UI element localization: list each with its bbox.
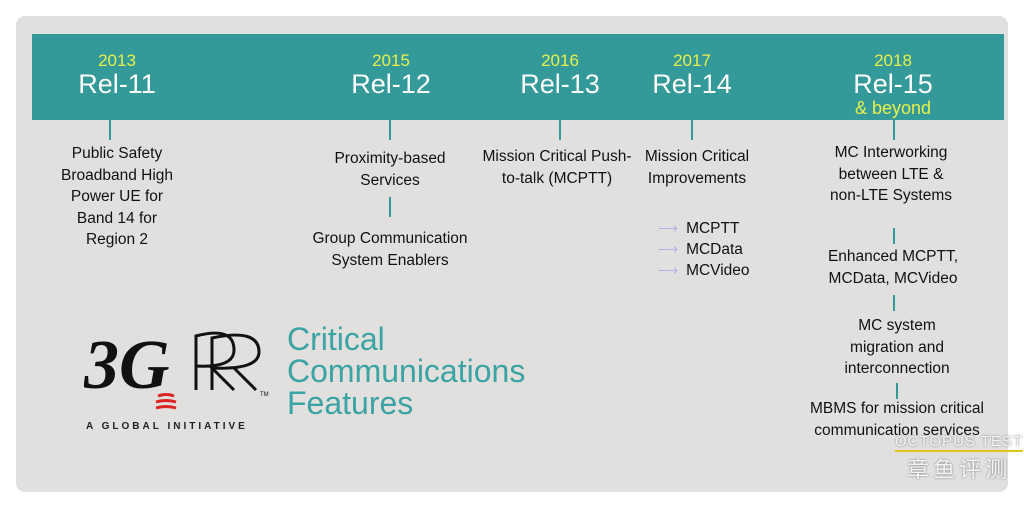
sub-feature-label: MCPTT	[686, 220, 740, 237]
connector	[559, 120, 561, 140]
connector	[691, 120, 693, 140]
connector	[389, 197, 391, 217]
connector	[109, 120, 111, 140]
arrow-right-icon: ⟶	[658, 241, 679, 257]
year: 2018	[874, 51, 912, 70]
sub-feature-list: ⟶ MCPTT ⟶ MCData ⟶ MCVideo	[658, 218, 750, 281]
release-rel-12: 2015 Rel-12	[311, 51, 471, 99]
connector	[893, 120, 895, 140]
arrow-right-icon: ⟶	[658, 220, 679, 236]
sub-feature-label: MCVideo	[686, 262, 750, 279]
watermark: OCTOPUS TEST 章鱼评测	[895, 433, 1024, 484]
feature-text: Mission Critical Improvements	[644, 148, 750, 187]
3gpp-logo: 3G TM	[83, 318, 274, 423]
svg-text:TM: TM	[260, 392, 269, 398]
logo-tagline: A GLOBAL INITIATIVE	[86, 421, 248, 432]
sub-feature: ⟶ MCVideo	[658, 260, 750, 281]
sub-feature: ⟶ MCData	[658, 239, 750, 260]
slide-title: Critical Communications Features	[287, 323, 525, 419]
connector	[389, 120, 391, 140]
feature-text: MC system migration and interconnection	[844, 317, 950, 377]
connector	[896, 383, 898, 399]
sub-feature-label: MCData	[686, 241, 743, 258]
feature-text: Enhanced MCPTT, MCData, MCVideo	[827, 248, 959, 287]
svg-text:3G: 3G	[84, 327, 170, 404]
feature-text: Group Communication System Enablers	[312, 230, 468, 269]
feature-text: MC Interworking between LTE & non-LTE Sy…	[829, 144, 953, 204]
year: 2015	[372, 51, 410, 70]
title-line: Communications	[287, 353, 526, 389]
title-line: Features	[287, 385, 414, 421]
release-name: Rel-12	[351, 69, 431, 99]
watermark-text: 章鱼评测	[907, 457, 1012, 482]
release-rel-14: 2017 Rel-14	[612, 51, 772, 99]
feature-text: Public Safety Broadband High Power UE fo…	[60, 145, 174, 248]
release-name: Rel-14	[652, 69, 732, 99]
release-rel-15: 2018 Rel-15 & beyond	[813, 51, 973, 119]
release-suffix: & beyond	[854, 98, 932, 118]
connector	[893, 295, 895, 311]
release-name: Rel-15	[853, 69, 933, 99]
year: 2017	[673, 51, 711, 70]
feature-text: Proximity-based Services	[334, 150, 446, 189]
release-rel-11: 2013 Rel-11	[37, 51, 197, 99]
release-name: Rel-11	[78, 69, 156, 99]
arrow-right-icon: ⟶	[658, 262, 679, 278]
year: 2013	[98, 51, 136, 70]
feature-text: Mission Critical Push-to-talk (MCPTT)	[482, 148, 632, 187]
connector	[893, 228, 895, 244]
title-line: Critical	[287, 321, 385, 357]
watermark-text: OCTOPUS TEST	[895, 433, 1024, 452]
sub-feature: ⟶ MCPTT	[658, 218, 750, 239]
